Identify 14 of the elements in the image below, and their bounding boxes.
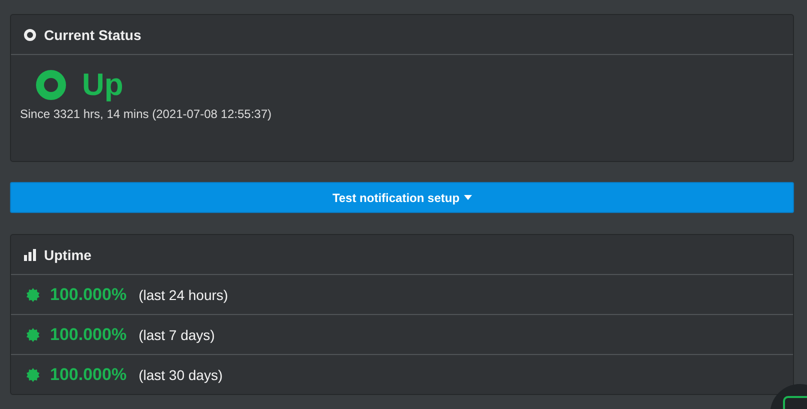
test-notification-button[interactable]: Test notification setup bbox=[10, 182, 794, 213]
bar-chart-icon bbox=[24, 248, 36, 260]
uptime-period: (last 30 days) bbox=[138, 366, 223, 382]
uptime-period: (last 7 days) bbox=[138, 326, 215, 342]
caret-icon bbox=[464, 195, 472, 200]
status-label: Up bbox=[82, 67, 124, 103]
uptime-period: (last 24 hours) bbox=[138, 286, 228, 302]
card-title: Uptime bbox=[44, 246, 92, 262]
since-text: Since 3321 hrs, 14 mins (2021-07-08 12:55:37) bbox=[20, 107, 272, 121]
uptime-value: 100.000% bbox=[50, 324, 127, 344]
dot-circle-icon bbox=[24, 28, 36, 40]
uptime-value: 100.000% bbox=[50, 364, 127, 384]
uptime-value: 100.000% bbox=[50, 284, 127, 304]
card-title: Current Status bbox=[44, 26, 142, 42]
